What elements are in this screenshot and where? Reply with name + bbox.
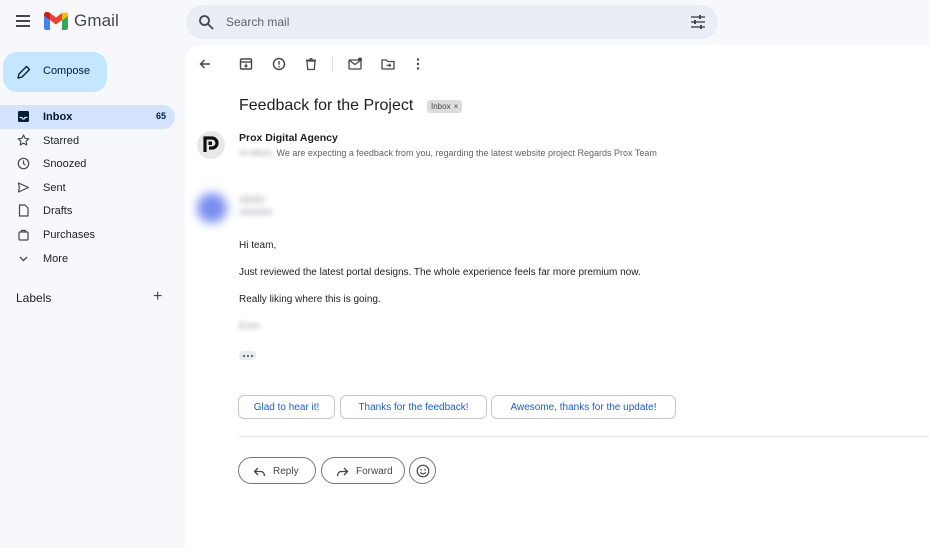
more-vert-icon[interactable] — [410, 56, 426, 72]
sidebar-item-label: Starred — [43, 134, 80, 147]
body-signature: Eren — [239, 321, 261, 332]
gmail-logo[interactable]: Gmail — [44, 11, 119, 31]
app-name: Gmail — [74, 11, 119, 30]
snippet-recipient: Hi Mitch, — [239, 148, 275, 158]
sidebar-nav: Inbox 65 Starred Snoozed Sent Drafts Pur… — [0, 105, 175, 270]
show-trimmed-content-button[interactable] — [239, 351, 256, 360]
body-greeting: Hi team, — [239, 240, 277, 251]
search-bar — [186, 5, 718, 39]
divider — [239, 436, 929, 437]
prox-logo-icon — [203, 136, 219, 152]
star-icon — [17, 134, 30, 146]
search-icon[interactable] — [198, 14, 214, 30]
sidebar-item-label: Purchases — [43, 228, 95, 241]
mark-unread-icon[interactable] — [347, 56, 363, 72]
report-spam-icon[interactable] — [271, 56, 287, 72]
sidebar-item-starred[interactable]: Starred — [0, 129, 175, 153]
sidebar-item-label: More — [43, 252, 69, 265]
body-line-1: Just reviewed the latest portal designs.… — [239, 267, 641, 278]
menu-icon-bar — [16, 20, 30, 22]
reply-button[interactable]: Reply — [238, 457, 316, 484]
draft-icon — [18, 204, 29, 217]
emoji-reaction-button[interactable] — [409, 457, 436, 484]
sender-avatar[interactable] — [197, 131, 225, 159]
tag-label: Inbox — [431, 102, 451, 111]
smart-reply-chip[interactable]: Glad to hear it! — [238, 395, 335, 419]
archive-icon[interactable] — [238, 56, 254, 72]
message-snippet[interactable]: Hi Mitch, We are expecting a feedback fr… — [239, 148, 657, 158]
delete-icon[interactable] — [303, 56, 319, 72]
smart-reply-chip[interactable]: Awesome, thanks for the update! — [491, 395, 676, 419]
chevron-down-icon — [19, 256, 28, 261]
snippet-text: We are expecting a feedback from you, re… — [276, 148, 657, 158]
sidebar-item-sent[interactable]: Sent — [0, 176, 175, 200]
compose-label: Compose — [43, 65, 91, 77]
menu-icon-bar — [16, 25, 30, 27]
search-input[interactable] — [226, 5, 666, 39]
unread-count: 65 — [155, 111, 166, 121]
shopping-bag-icon — [18, 229, 29, 241]
sidebar-item-label: Sent — [43, 181, 66, 194]
sidebar-item-drafts[interactable]: Drafts — [0, 199, 175, 223]
sidebar-item-purchases[interactable]: Purchases — [0, 223, 175, 247]
forward-label: Forward — [356, 466, 393, 477]
pencil-icon — [17, 65, 31, 79]
clock-icon — [17, 157, 30, 170]
sidebar-item-label: Inbox — [43, 111, 73, 123]
main-menu-button[interactable] — [12, 10, 34, 32]
sidebar-item-label: Snoozed — [43, 158, 87, 171]
body-line-2: Really liking where this is going. — [239, 294, 381, 305]
inbox-icon — [18, 111, 29, 122]
inbox-label-tag[interactable]: Inbox × — [427, 100, 463, 113]
sidebar-item-more[interactable]: More — [0, 247, 175, 271]
reply-sender-name — [239, 196, 265, 203]
smart-reply-chip[interactable]: Thanks for the feedback! — [340, 395, 487, 419]
menu-icon-bar — [16, 15, 30, 17]
send-icon — [17, 182, 30, 193]
sidebar-item-inbox[interactable]: Inbox 65 — [0, 105, 175, 129]
sidebar-item-snoozed[interactable]: Snoozed — [0, 152, 175, 176]
reply-sender-avatar[interactable] — [197, 193, 227, 223]
sidebar-item-label: Drafts — [43, 205, 73, 218]
dot — [250, 354, 253, 357]
dot — [242, 354, 245, 357]
reply-label: Reply — [273, 466, 299, 477]
dot — [246, 354, 249, 357]
message-view: Feedback for the Project Inbox × Prox Di… — [185, 45, 929, 548]
sender-name[interactable]: Prox Digital Agency — [239, 132, 338, 144]
reply-icon — [253, 467, 265, 476]
search-options-icon[interactable] — [690, 14, 706, 30]
top-bar: Gmail — [0, 0, 929, 45]
back-arrow-icon[interactable] — [197, 56, 213, 72]
add-label-button[interactable]: + — [153, 289, 162, 305]
forward-icon — [337, 467, 349, 476]
reply-recipient — [239, 209, 273, 215]
move-to-icon[interactable] — [380, 56, 396, 72]
smiley-icon — [416, 464, 429, 477]
gmail-m-icon — [44, 12, 68, 30]
compose-button[interactable]: Compose — [3, 52, 107, 92]
remove-label-button[interactable]: × — [454, 102, 459, 111]
forward-button[interactable]: Forward — [321, 457, 405, 484]
email-subject: Feedback for the Project — [239, 97, 414, 114]
labels-heading: Labels — [16, 291, 52, 305]
toolbar-divider — [332, 57, 333, 71]
